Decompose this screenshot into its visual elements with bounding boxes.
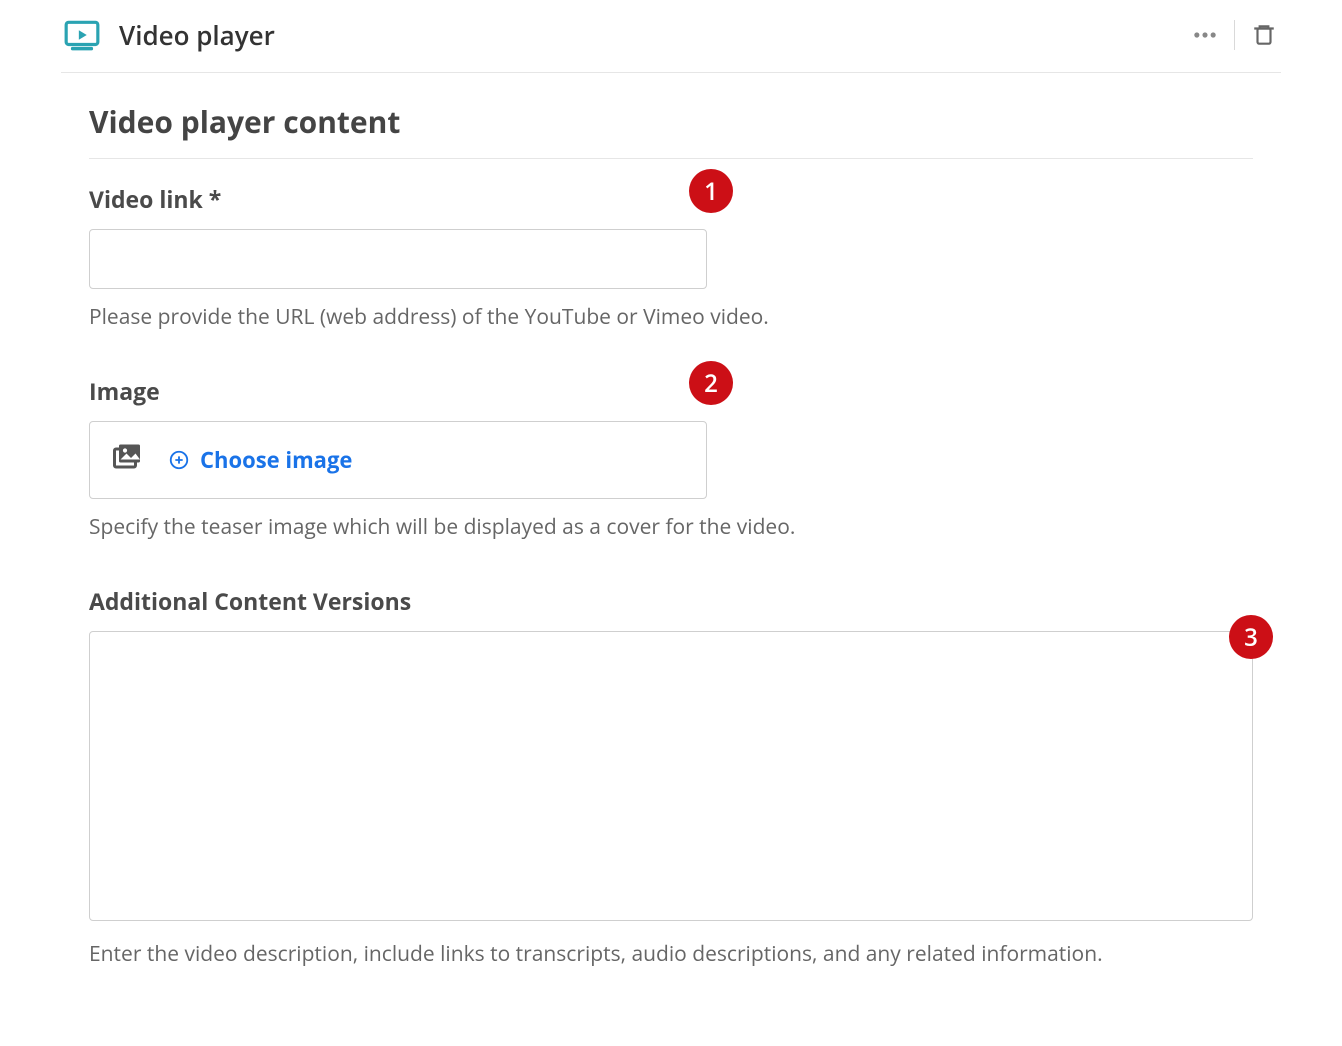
field-additional-content: Additional Content Versions Enter the vi… xyxy=(89,585,1253,968)
panel-header-left: Video player xyxy=(63,16,275,54)
more-options-button[interactable] xyxy=(1190,20,1220,50)
additional-label: Additional Content Versions xyxy=(89,585,1253,617)
image-label: Image xyxy=(89,375,1253,407)
vertical-divider xyxy=(1234,20,1235,50)
video-link-input[interactable] xyxy=(89,229,707,289)
video-player-panel: Video player Video player content xyxy=(61,0,1281,1008)
field-image: Image Choose image xyxy=(89,375,1253,541)
panel-header: Video player xyxy=(61,10,1281,73)
video-link-label: Video link * xyxy=(89,183,1253,215)
delete-button[interactable] xyxy=(1249,20,1279,50)
video-player-icon xyxy=(63,16,101,54)
image-picker: Choose image xyxy=(89,421,707,499)
panel-title: Video player xyxy=(119,17,275,53)
additional-help: Enter the video description, include lin… xyxy=(89,940,1253,968)
choose-image-button[interactable]: Choose image xyxy=(168,445,352,475)
additional-content-textarea[interactable] xyxy=(89,631,1253,921)
section-video-player-content: Video player content Video link * Please… xyxy=(61,73,1281,968)
video-link-help: Please provide the URL (web address) of … xyxy=(89,303,1253,331)
field-video-link: Video link * Please provide the URL (web… xyxy=(89,183,1253,331)
section-title: Video player content xyxy=(89,101,1253,159)
choose-image-label: Choose image xyxy=(200,445,352,475)
plus-circle-icon xyxy=(168,449,190,471)
image-placeholder-icon xyxy=(110,440,146,481)
panel-actions xyxy=(1190,20,1279,50)
image-help: Specify the teaser image which will be d… xyxy=(89,513,1253,541)
